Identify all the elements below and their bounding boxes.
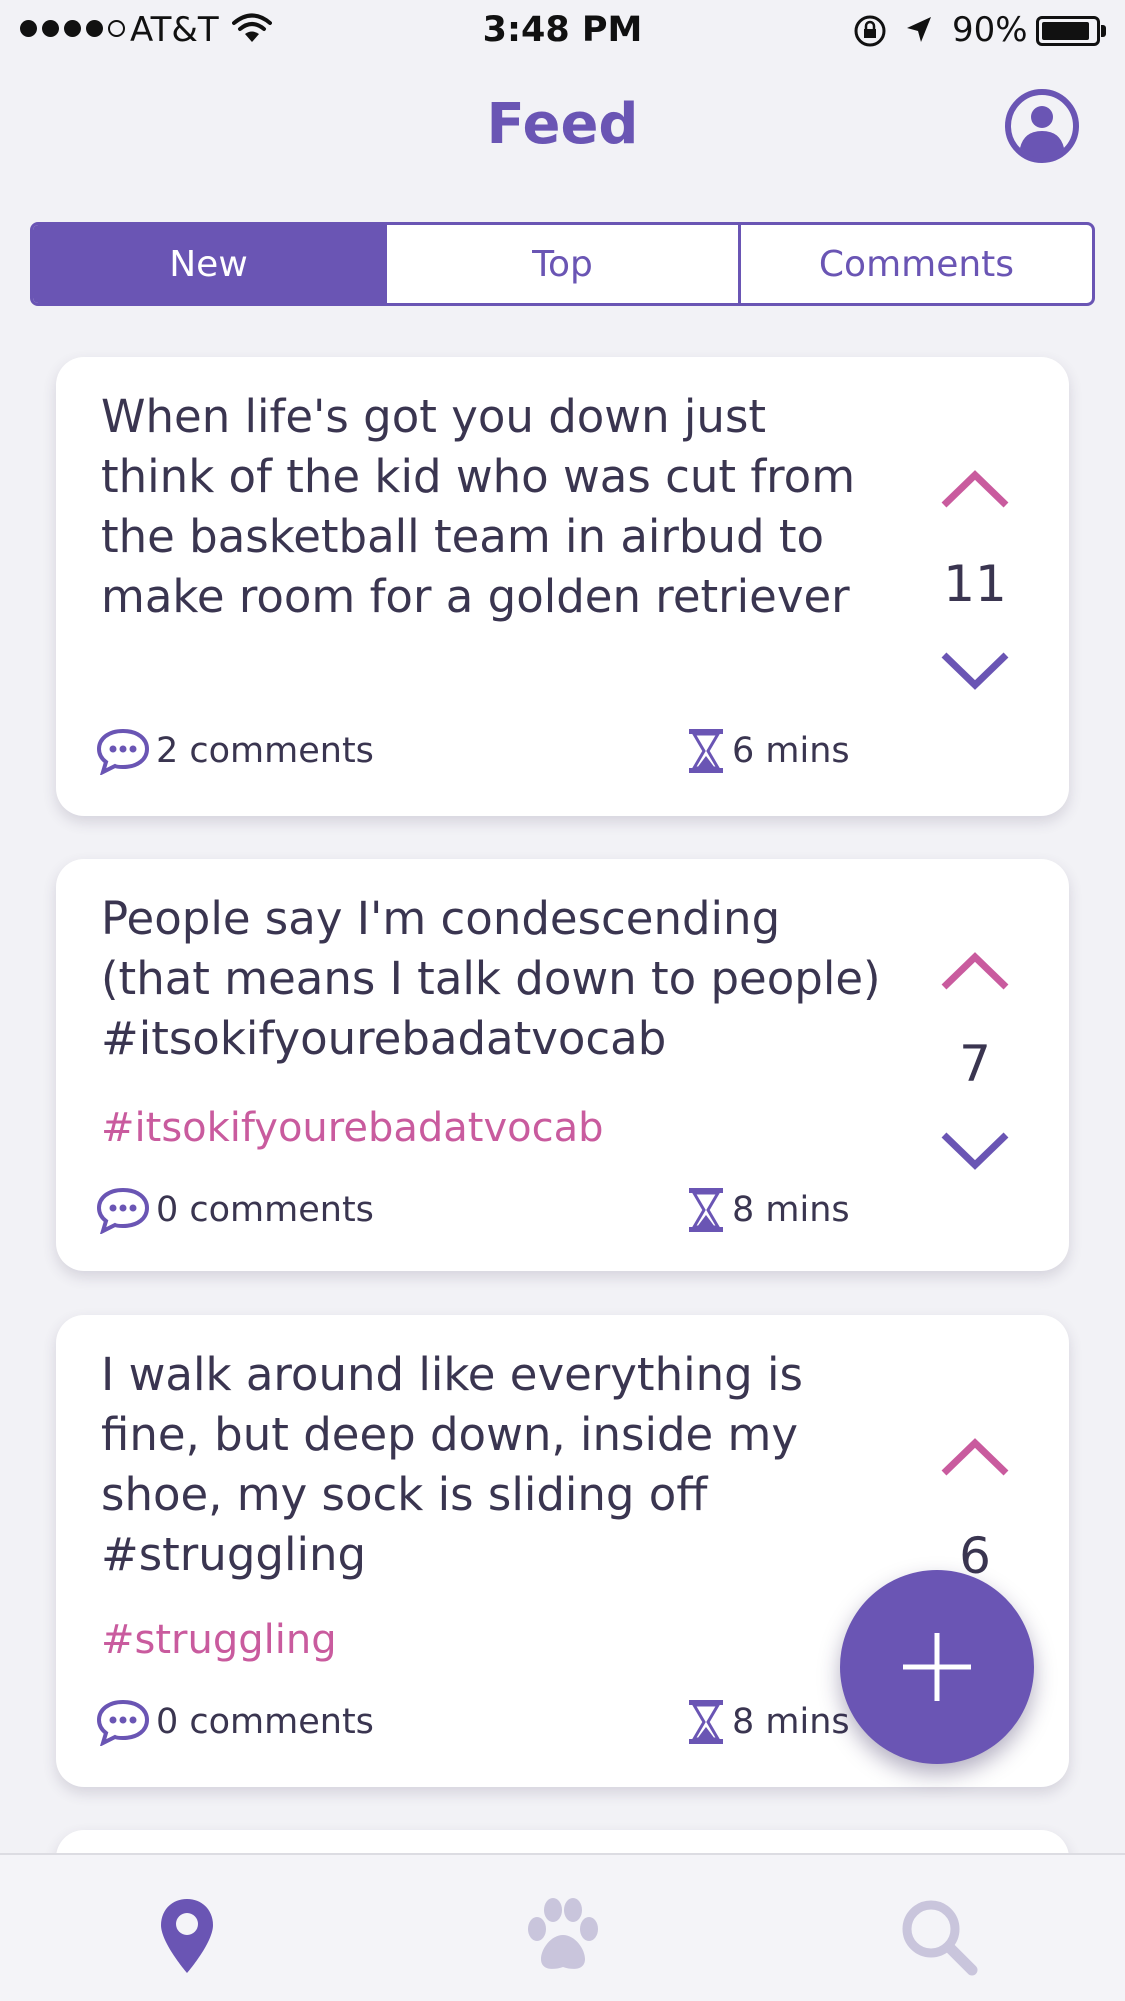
- comment-count[interactable]: 0 comments: [96, 1186, 374, 1234]
- upvote-icon[interactable]: [940, 1435, 1010, 1479]
- post-card[interactable]: When life's got you down just think of t…: [56, 357, 1069, 816]
- tab-top[interactable]: Top: [384, 225, 738, 303]
- hourglass-icon: [689, 1700, 723, 1744]
- status-bar: AT&T 3:48 PM 90%: [0, 0, 1125, 62]
- post-age-label: 8 mins: [732, 1702, 850, 1742]
- vote-count: 7: [959, 1035, 991, 1093]
- post-age: 6 mins: [686, 727, 850, 775]
- comment-count[interactable]: 2 comments: [96, 727, 374, 775]
- user-circle-icon[interactable]: [1004, 88, 1080, 164]
- speech-bubble-icon: [96, 1699, 150, 1746]
- location-pin-icon: [161, 1899, 213, 1973]
- speech-bubble-icon: [96, 728, 150, 775]
- new-post-button[interactable]: [840, 1570, 1034, 1764]
- tab-new[interactable]: New: [33, 225, 384, 303]
- feed-screen: AT&T 3:48 PM 90% Feed New Top Comments W…: [0, 0, 1125, 2001]
- bottom-tab-bar: [0, 1853, 1125, 2001]
- location-arrow-icon: [907, 17, 931, 42]
- plus-icon: [903, 1633, 971, 1701]
- downvote-icon[interactable]: [940, 1129, 1010, 1173]
- paw-icon: [528, 1898, 598, 1969]
- rotation-lock-icon: [854, 15, 886, 47]
- comment-count[interactable]: 0 comments: [96, 1698, 374, 1746]
- battery-percentage: 90%: [952, 10, 1028, 50]
- hourglass-icon: [689, 1188, 723, 1232]
- post-age-label: 6 mins: [732, 731, 850, 771]
- tab-pets[interactable]: [518, 1891, 608, 1981]
- tab-location[interactable]: [142, 1891, 232, 1981]
- post-age-label: 8 mins: [732, 1190, 850, 1230]
- downvote-icon[interactable]: [940, 649, 1010, 693]
- post-age: 8 mins: [686, 1186, 850, 1234]
- speech-bubble-icon: [96, 1187, 150, 1234]
- vote-count: 11: [943, 555, 1007, 613]
- battery-fill: [1042, 22, 1089, 40]
- comment-count-label: 0 comments: [156, 1702, 374, 1742]
- page-title: Feed: [486, 92, 639, 157]
- feed-sort-tabs: New Top Comments: [30, 222, 1095, 306]
- tab-comments[interactable]: Comments: [738, 225, 1092, 303]
- search-icon: [902, 1900, 978, 1976]
- upvote-icon[interactable]: [940, 467, 1010, 511]
- post-text: I walk around like everything is fine, b…: [101, 1348, 803, 1581]
- tab-search[interactable]: [893, 1891, 983, 1981]
- post-hashtag[interactable]: #itsokifyourebadatvocab: [101, 1105, 603, 1151]
- post-text: When life's got you down just think of t…: [101, 390, 856, 623]
- comment-count-label: 2 comments: [156, 731, 374, 771]
- post-age: 8 mins: [686, 1698, 850, 1746]
- post-hashtag[interactable]: #struggling: [101, 1617, 337, 1663]
- battery-icon: [1036, 16, 1100, 46]
- comment-count-label: 0 comments: [156, 1190, 374, 1230]
- post-text: People say I'm condescending (that means…: [101, 892, 881, 1065]
- upvote-icon[interactable]: [940, 949, 1010, 993]
- post-card[interactable]: People say I'm condescending (that means…: [56, 859, 1069, 1271]
- hourglass-icon: [689, 729, 723, 773]
